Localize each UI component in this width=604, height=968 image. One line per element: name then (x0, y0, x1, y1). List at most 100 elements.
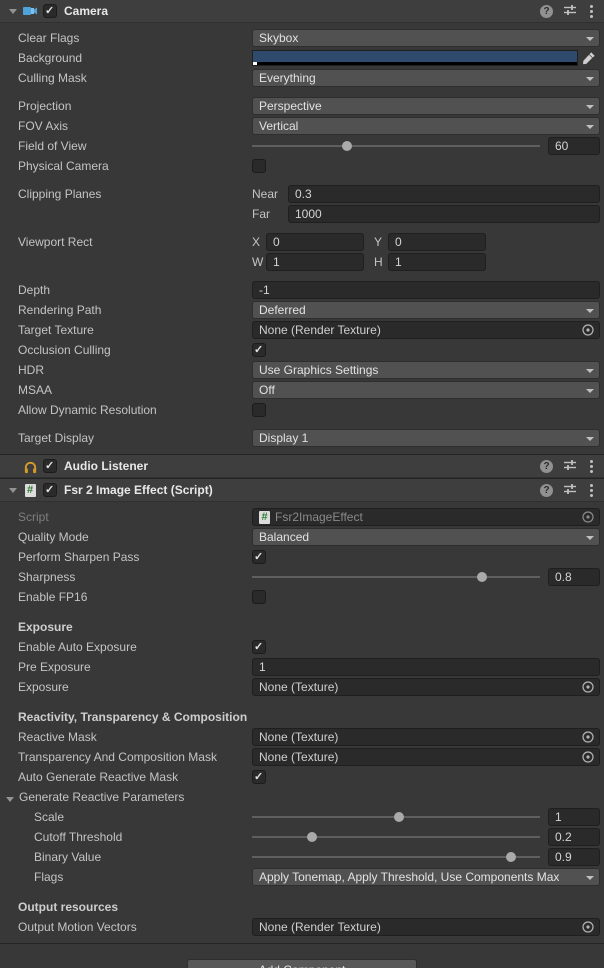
background-color-swatch[interactable] (252, 50, 578, 66)
slider-handle[interactable] (394, 812, 404, 822)
fov-axis-dropdown[interactable]: Vertical (252, 117, 600, 135)
csharp-script-icon: # (22, 482, 38, 498)
perform-sharpen-pass-checkbox[interactable] (252, 550, 266, 564)
depth-row: Depth -1 (0, 280, 604, 300)
viewport-w-input[interactable]: 1 (266, 253, 364, 271)
more-options-icon[interactable] (587, 459, 596, 474)
far-label: Far (252, 207, 288, 221)
viewport-y-input[interactable]: 0 (388, 233, 486, 251)
clear-flags-dropdown[interactable]: Skybox (252, 29, 600, 47)
depth-input[interactable]: -1 (252, 281, 600, 299)
chevron-down-icon (586, 437, 594, 441)
target-display-label: Target Display (0, 431, 252, 445)
flags-dropdown[interactable]: Apply Tonemap, Apply Threshold, Use Comp… (252, 868, 600, 886)
fsr2-foldout-icon[interactable] (9, 488, 17, 493)
add-component-button[interactable]: Add Component (187, 959, 417, 968)
foldout-open-icon[interactable] (6, 797, 14, 802)
physical-camera-checkbox[interactable] (252, 159, 266, 173)
flags-label: Flags (0, 870, 252, 884)
rendering-path-row: Rendering Path Deferred (0, 300, 604, 320)
viewport-x-input[interactable]: 0 (266, 233, 364, 251)
eyedropper-icon[interactable] (578, 50, 600, 66)
scale-slider[interactable] (252, 808, 540, 826)
presets-icon[interactable] (563, 458, 577, 475)
object-picker-icon[interactable] (581, 680, 595, 694)
viewport-h-input[interactable]: 1 (388, 253, 486, 271)
reactivity-section-header: Reactivity, Transparency & Composition (0, 707, 604, 727)
pre-exposure-input[interactable]: 1 (252, 658, 600, 676)
hdr-dropdown[interactable]: Use Graphics Settings (252, 361, 600, 379)
msaa-row: MSAA Off (0, 380, 604, 400)
pre-exposure-row: Pre Exposure 1 (0, 657, 604, 677)
clipping-planes-label: Clipping Planes (0, 187, 252, 201)
object-picker-icon[interactable] (581, 750, 595, 764)
more-options-icon[interactable] (587, 4, 596, 19)
target-texture-object-field[interactable]: None (Render Texture) (252, 321, 600, 339)
camera-enabled-checkbox[interactable] (43, 4, 57, 18)
field-of-view-slider[interactable] (252, 137, 540, 155)
slider-handle[interactable] (506, 852, 516, 862)
h-label: H (374, 255, 388, 269)
perform-sharpen-pass-label: Perform Sharpen Pass (0, 550, 252, 564)
presets-icon[interactable] (563, 3, 577, 20)
target-display-row: Target Display Display 1 (0, 428, 604, 448)
generate-reactive-parameters-row[interactable]: Generate Reactive Parameters (0, 787, 604, 807)
msaa-dropdown[interactable]: Off (252, 381, 600, 399)
scale-input[interactable]: 1 (548, 808, 600, 826)
target-texture-label: Target Texture (0, 323, 252, 337)
audio-listener-foldout-spacer (9, 464, 17, 469)
help-icon[interactable]: ? (540, 484, 553, 497)
clear-flags-label: Clear Flags (0, 31, 252, 45)
binary-value-slider[interactable] (252, 848, 540, 866)
object-picker-icon[interactable] (581, 510, 595, 524)
chevron-down-icon (586, 309, 594, 313)
fsr2-enabled-checkbox[interactable] (43, 483, 57, 497)
quality-mode-dropdown[interactable]: Balanced (252, 528, 600, 546)
binary-value-input[interactable]: 0.9 (548, 848, 600, 866)
near-input[interactable]: 0.3 (288, 185, 600, 203)
w-label: W (252, 255, 266, 269)
object-picker-icon[interactable] (581, 730, 595, 744)
sharpness-input[interactable]: 0.8 (548, 568, 600, 586)
help-icon[interactable]: ? (540, 460, 553, 473)
object-picker-icon[interactable] (581, 323, 595, 337)
enable-auto-exposure-checkbox[interactable] (252, 640, 266, 654)
sharpness-row: Sharpness 0.8 (0, 567, 604, 587)
audio-listener-enabled-checkbox[interactable] (43, 459, 57, 473)
depth-label: Depth (0, 283, 252, 297)
chevron-down-icon (586, 37, 594, 41)
enable-fp16-checkbox[interactable] (252, 590, 266, 604)
target-display-dropdown[interactable]: Display 1 (252, 429, 600, 447)
y-label: Y (374, 235, 388, 249)
reactive-mask-object-field[interactable]: None (Texture) (252, 728, 600, 746)
slider-handle[interactable] (477, 572, 487, 582)
fsr2-component-header: # Fsr 2 Image Effect (Script) ? (0, 478, 604, 502)
audio-listener-icon (22, 458, 38, 474)
slider-handle[interactable] (342, 141, 352, 151)
rendering-path-dropdown[interactable]: Deferred (252, 301, 600, 319)
x-label: X (252, 235, 266, 249)
field-of-view-input[interactable]: 60 (548, 137, 600, 155)
output-motion-vectors-object-field[interactable]: None (Render Texture) (252, 918, 600, 936)
culling-mask-dropdown[interactable]: Everything (252, 69, 600, 87)
help-icon[interactable]: ? (540, 5, 553, 18)
sharpness-slider[interactable] (252, 568, 540, 586)
pre-exposure-label: Pre Exposure (0, 660, 252, 674)
camera-icon (22, 3, 38, 19)
presets-icon[interactable] (563, 482, 577, 499)
camera-foldout-icon[interactable] (9, 9, 17, 14)
occlusion-culling-checkbox[interactable] (252, 343, 266, 357)
far-input[interactable]: 1000 (288, 205, 600, 223)
allow-dynamic-resolution-checkbox[interactable] (252, 403, 266, 417)
enable-fp16-label: Enable FP16 (0, 590, 252, 604)
object-picker-icon[interactable] (581, 920, 595, 934)
exposure-label: Exposure (0, 680, 252, 694)
slider-handle[interactable] (307, 832, 317, 842)
cutoff-threshold-input[interactable]: 0.2 (548, 828, 600, 846)
transparency-mask-object-field[interactable]: None (Texture) (252, 748, 600, 766)
more-options-icon[interactable] (587, 483, 596, 498)
cutoff-threshold-slider[interactable] (252, 828, 540, 846)
auto-generate-reactive-mask-checkbox[interactable] (252, 770, 266, 784)
exposure-object-field[interactable]: None (Texture) (252, 678, 600, 696)
projection-dropdown[interactable]: Perspective (252, 97, 600, 115)
